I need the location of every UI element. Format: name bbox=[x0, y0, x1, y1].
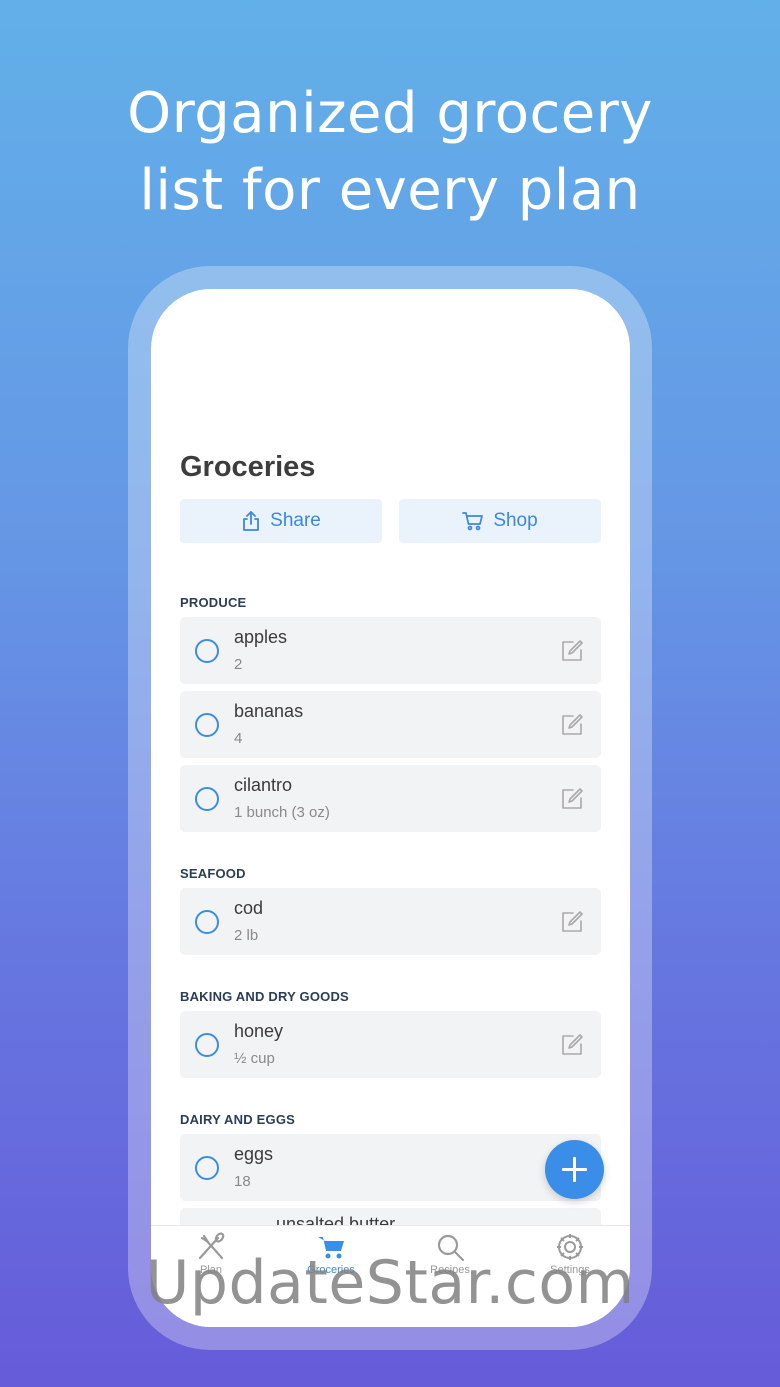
list-item[interactable]: apples 2 bbox=[180, 617, 601, 684]
share-icon bbox=[243, 511, 260, 531]
section-label-baking: BAKING AND DRY GOODS bbox=[180, 989, 349, 1004]
shop-label: Shop bbox=[493, 510, 538, 531]
edit-icon[interactable] bbox=[560, 639, 584, 663]
list-item[interactable]: bananas 4 bbox=[180, 691, 601, 758]
phone-screen: Groceries Share Shop PRODUCE apples 2 ba… bbox=[151, 289, 630, 1327]
edit-icon[interactable] bbox=[560, 713, 584, 737]
watermark: UpdateStar.com bbox=[145, 1248, 635, 1318]
item-name: bananas bbox=[234, 701, 304, 721]
section-label-produce: PRODUCE bbox=[180, 595, 247, 610]
headline-line-2: list for every plan bbox=[139, 158, 641, 223]
share-label: Share bbox=[270, 510, 321, 531]
checkbox-circle[interactable] bbox=[195, 639, 219, 663]
edit-icon[interactable] bbox=[560, 1033, 584, 1057]
item-quantity: 18 bbox=[234, 1173, 251, 1190]
checkbox-circle[interactable] bbox=[195, 910, 219, 934]
item-name: honey bbox=[234, 1021, 284, 1041]
add-item-button[interactable] bbox=[545, 1140, 604, 1199]
item-quantity: 2 bbox=[234, 656, 243, 673]
checkbox-circle[interactable] bbox=[195, 1156, 219, 1180]
list-item[interactable]: cilantro 1 bunch (3 oz) bbox=[180, 765, 601, 832]
list-item[interactable]: honey ½ cup bbox=[180, 1011, 601, 1078]
checkbox-circle[interactable] bbox=[195, 1033, 219, 1057]
list-item[interactable]: eggs 18 bbox=[180, 1134, 601, 1201]
page-title: Groceries bbox=[180, 451, 316, 483]
item-quantity: 4 bbox=[234, 730, 243, 747]
item-quantity: 1 bunch (3 oz) bbox=[234, 804, 330, 821]
shop-button[interactable]: Shop bbox=[399, 499, 601, 543]
item-quantity: ½ cup bbox=[234, 1050, 275, 1067]
section-label-seafood: SEAFOOD bbox=[180, 866, 246, 881]
headline: Organized grocery list for every plan bbox=[0, 75, 780, 229]
item-name: eggs bbox=[234, 1144, 274, 1164]
section-label-dairy: DAIRY AND EGGS bbox=[180, 1112, 296, 1127]
share-button[interactable]: Share bbox=[180, 499, 382, 543]
cart-icon bbox=[462, 512, 484, 531]
list-item[interactable]: cod 2 lb bbox=[180, 888, 601, 955]
item-name: cod bbox=[234, 898, 264, 918]
checkbox-circle[interactable] bbox=[195, 787, 219, 811]
checkbox-circle[interactable] bbox=[195, 713, 219, 737]
headline-line-1: Organized grocery bbox=[127, 81, 653, 146]
item-quantity: 2 lb bbox=[234, 927, 259, 944]
item-name: cilantro bbox=[234, 775, 293, 795]
item-name: apples bbox=[234, 627, 288, 647]
edit-icon[interactable] bbox=[560, 910, 584, 934]
edit-icon[interactable] bbox=[560, 787, 584, 811]
